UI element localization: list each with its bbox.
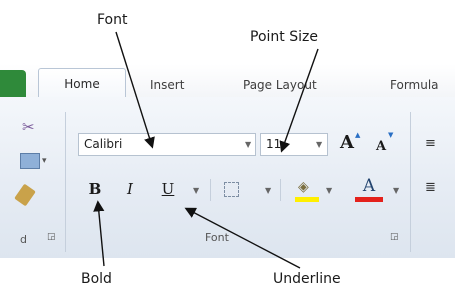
arrow-to-bold	[93, 200, 105, 267]
arrow-to-underline	[184, 207, 301, 269]
arrow-to-font-box	[115, 31, 155, 149]
arrow-to-font-size	[279, 48, 319, 153]
callout-arrows	[93, 31, 319, 269]
